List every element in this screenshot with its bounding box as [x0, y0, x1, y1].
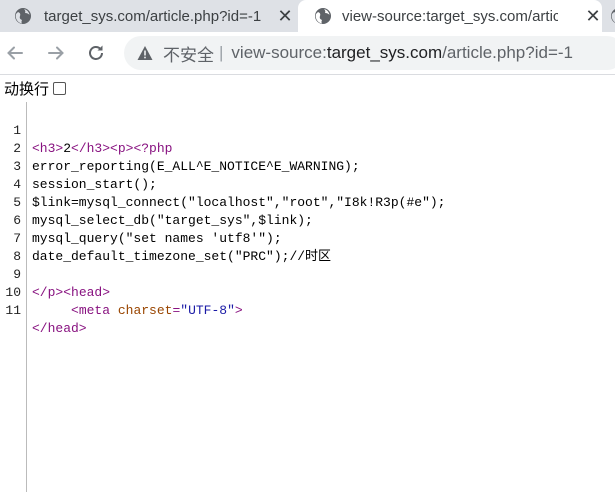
- line-wrap-label[interactable]: 动换行: [4, 78, 49, 99]
- text-node: date_default_timezone_set("PRC");//时区: [32, 249, 332, 264]
- url-path: /article.php?id=-1: [442, 43, 573, 62]
- reload-icon: [89, 45, 103, 60]
- text-node: mysql_select_db("target_sys",$link);: [32, 213, 313, 228]
- line-number: 11: [5, 303, 21, 318]
- browser-toolbar: 不安全 | view-source:target_sys.com/article…: [0, 32, 615, 75]
- source-line: 10 <meta charset="UTF-8">: [0, 266, 242, 318]
- source-line: 7 date_default_timezone_set("PRC");//时区: [0, 212, 331, 264]
- warning-triangle-icon[interactable]: [137, 45, 153, 61]
- arrow-left-icon: [7, 46, 23, 60]
- text-node: session_start();: [32, 177, 157, 192]
- source-line: 5 mysql_select_db("target_sys",$link);: [0, 176, 313, 228]
- tab-view-source[interactable]: view-source:target_sys.com/article.php?i…: [298, 0, 602, 32]
- separator: |: [219, 43, 224, 62]
- url-text[interactable]: view-source:target_sys.com/article.php?i…: [231, 43, 573, 63]
- line-wrap-checkbox[interactable]: [53, 81, 67, 95]
- html-tag: <head>: [63, 285, 111, 300]
- tab-strip: target_sys.com/article.php?id=-1 ✕ view-…: [0, 0, 615, 32]
- text-node: mysql_query("set names 'utf8'");: [32, 231, 282, 246]
- address-bar[interactable]: 不安全 | view-source:target_sys.com/article…: [124, 36, 615, 70]
- globe-icon: [315, 8, 331, 24]
- html-tag: </h3>: [71, 141, 111, 156]
- forward-button[interactable]: [44, 41, 68, 65]
- tab-partial[interactable]: [604, 0, 615, 32]
- tab-article[interactable]: target_sys.com/article.php?id=-1 ✕: [0, 0, 296, 32]
- globe-icon: [611, 9, 615, 23]
- html-attribute-name: charset: [117, 303, 173, 318]
- source-line: 3 session_start();: [0, 140, 157, 192]
- source-line: 8: [0, 230, 31, 264]
- source-line: 9 </p><head>: [0, 248, 110, 300]
- reload-button[interactable]: [84, 41, 108, 65]
- arrow-right-icon: [48, 46, 64, 60]
- line-wrap-option: 动换行: [0, 77, 67, 99]
- source-line: 6 mysql_query("set names 'utf8'");: [0, 194, 281, 246]
- source-line: 11 </head>: [0, 284, 86, 336]
- close-icon[interactable]: ✕: [584, 7, 602, 25]
- text-node: 2: [63, 141, 72, 156]
- source-line: 1 <h3>2</h3><p><?php: [0, 104, 172, 156]
- url-host: target_sys.com: [326, 43, 443, 62]
- security-status-label[interactable]: 不安全: [163, 41, 214, 66]
- text-node: $link=mysql_connect("localhost","root","…: [32, 195, 446, 210]
- tab-title: view-source:target_sys.com/article.php?i…: [342, 7, 558, 25]
- html-tag: </p>: [32, 285, 64, 300]
- html-tag: <p>: [110, 141, 134, 156]
- source-view: 1 <h3>2</h3><p><?php 2 error_reporting(E…: [0, 102, 615, 492]
- html-tag: <meta: [71, 303, 111, 318]
- source-line: 4 $link=mysql_connect("localhost","root"…: [0, 158, 445, 210]
- html-tag-close: >: [234, 303, 243, 318]
- tab-title: target_sys.com/article.php?id=-1: [44, 7, 262, 25]
- globe-icon: [15, 8, 31, 24]
- html-attribute-value: "UTF-8": [180, 303, 235, 318]
- close-icon[interactable]: ✕: [276, 7, 294, 25]
- url-prefix: view-source:: [231, 43, 327, 62]
- html-tag: <h3>: [32, 141, 64, 156]
- back-button[interactable]: [3, 41, 27, 65]
- php-open-tag: <?php: [133, 141, 173, 156]
- html-tag: </head>: [32, 321, 87, 336]
- text-node: error_reporting(E_ALL^E_NOTICE^E_WARNING…: [32, 159, 360, 174]
- source-line: 2 error_reporting(E_ALL^E_NOTICE^E_WARNI…: [0, 122, 359, 174]
